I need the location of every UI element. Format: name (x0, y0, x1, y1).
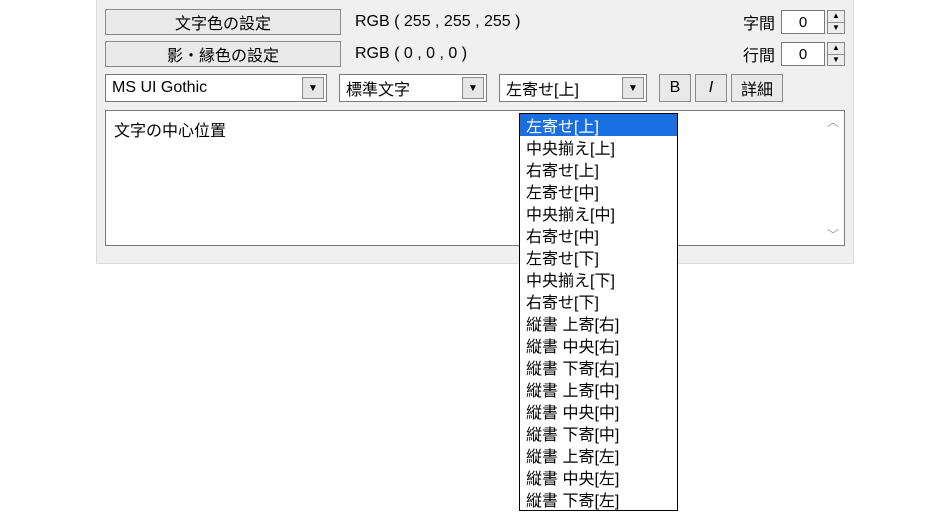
align-combo-value: 左寄せ[上] (506, 76, 579, 100)
detail-button[interactable]: 詳細 (731, 74, 783, 102)
align-option[interactable]: 右寄せ[中] (520, 224, 677, 246)
chevron-down-icon[interactable]: ▼ (462, 77, 484, 99)
align-option[interactable]: 右寄せ[下] (520, 290, 677, 312)
shadow-color-button-label: 影・縁色の設定 (167, 42, 279, 66)
style-combo-value: 標準文字 (346, 76, 410, 100)
row-text-color: 文字色の設定 RGB ( 255 , 255 , 255 ) 字間 ▲ ▼ (105, 8, 845, 36)
shadow-color-rgb-value: RGB ( 0 , 0 , 0 ) (355, 45, 467, 63)
bold-button-label: B (670, 79, 681, 97)
align-option[interactable]: 縦書 上寄[左] (520, 444, 677, 466)
bold-button[interactable]: B (659, 74, 691, 102)
italic-button[interactable]: I (695, 74, 727, 102)
align-option[interactable]: 縦書 中央[右] (520, 334, 677, 356)
chevron-down-icon[interactable]: ▼ (302, 77, 324, 99)
align-option[interactable]: 縦書 中央[左] (520, 466, 677, 488)
textarea-scrollbar[interactable]: ︿ ﹀ (824, 113, 842, 243)
shadow-color-button[interactable]: 影・縁色の設定 (105, 41, 341, 67)
text-input-content: 文字の中心位置 (114, 123, 226, 140)
format-button-group: B I 詳細 (659, 74, 783, 102)
line-spacing-input[interactable] (781, 42, 825, 66)
scroll-down-icon[interactable]: ﹀ (827, 226, 839, 243)
row-shadow-color: 影・縁色の設定 RGB ( 0 , 0 , 0 ) 行間 ▲ ▼ (105, 40, 845, 68)
align-option[interactable]: 縦書 下寄[左] (520, 488, 677, 510)
detail-button-label: 詳細 (741, 76, 773, 100)
line-spacing-label: 行間 (743, 42, 775, 66)
align-dropdown-list[interactable]: 左寄せ[上]中央揃え[上]右寄せ[上]左寄せ[中]中央揃え[中]右寄せ[中]左寄… (519, 113, 678, 511)
align-option[interactable]: 縦書 中央[中] (520, 400, 677, 422)
char-spacing-spinner: ▲ ▼ (781, 10, 845, 34)
style-combo[interactable]: 標準文字 ▼ (339, 74, 487, 102)
char-spacing-input[interactable] (781, 10, 825, 34)
align-option[interactable]: 中央揃え[上] (520, 136, 677, 158)
chevron-down-icon[interactable]: ▼ (622, 77, 644, 99)
align-option[interactable]: 縦書 上寄[右] (520, 312, 677, 334)
align-option[interactable]: 左寄せ[上] (520, 114, 677, 136)
text-color-button-label: 文字色の設定 (175, 10, 271, 34)
align-combo[interactable]: 左寄せ[上] ▼ (499, 74, 647, 102)
font-combo-value: MS UI Gothic (112, 79, 207, 97)
align-option[interactable]: 縦書 下寄[右] (520, 356, 677, 378)
font-combo[interactable]: MS UI Gothic ▼ (105, 74, 327, 102)
line-spacing-spinner: ▲ ▼ (781, 42, 845, 66)
char-spacing-up[interactable]: ▲ (827, 10, 845, 23)
row-font-style-align: MS UI Gothic ▼ 標準文字 ▼ 左寄せ[上] ▼ B I 詳細 (105, 72, 845, 104)
text-color-button[interactable]: 文字色の設定 (105, 9, 341, 35)
align-option[interactable]: 中央揃え[下] (520, 268, 677, 290)
align-option[interactable]: 右寄せ[上] (520, 158, 677, 180)
text-input-area[interactable]: 文字の中心位置 ︿ ﹀ (105, 110, 845, 246)
line-spacing-up[interactable]: ▲ (827, 42, 845, 55)
align-option[interactable]: 左寄せ[下] (520, 246, 677, 268)
settings-panel: 文字色の設定 RGB ( 255 , 255 , 255 ) 字間 ▲ ▼ 影・… (96, 0, 854, 264)
align-option[interactable]: 縦書 下寄[中] (520, 422, 677, 444)
char-spacing-label: 字間 (743, 10, 775, 34)
text-color-rgb-value: RGB ( 255 , 255 , 255 ) (355, 13, 520, 31)
align-option[interactable]: 左寄せ[中] (520, 180, 677, 202)
char-spacing-down[interactable]: ▼ (827, 23, 845, 35)
scroll-up-icon[interactable]: ︿ (827, 113, 839, 130)
line-spacing-down[interactable]: ▼ (827, 55, 845, 67)
align-option[interactable]: 縦書 上寄[中] (520, 378, 677, 400)
align-option[interactable]: 中央揃え[中] (520, 202, 677, 224)
italic-button-label: I (709, 79, 713, 97)
